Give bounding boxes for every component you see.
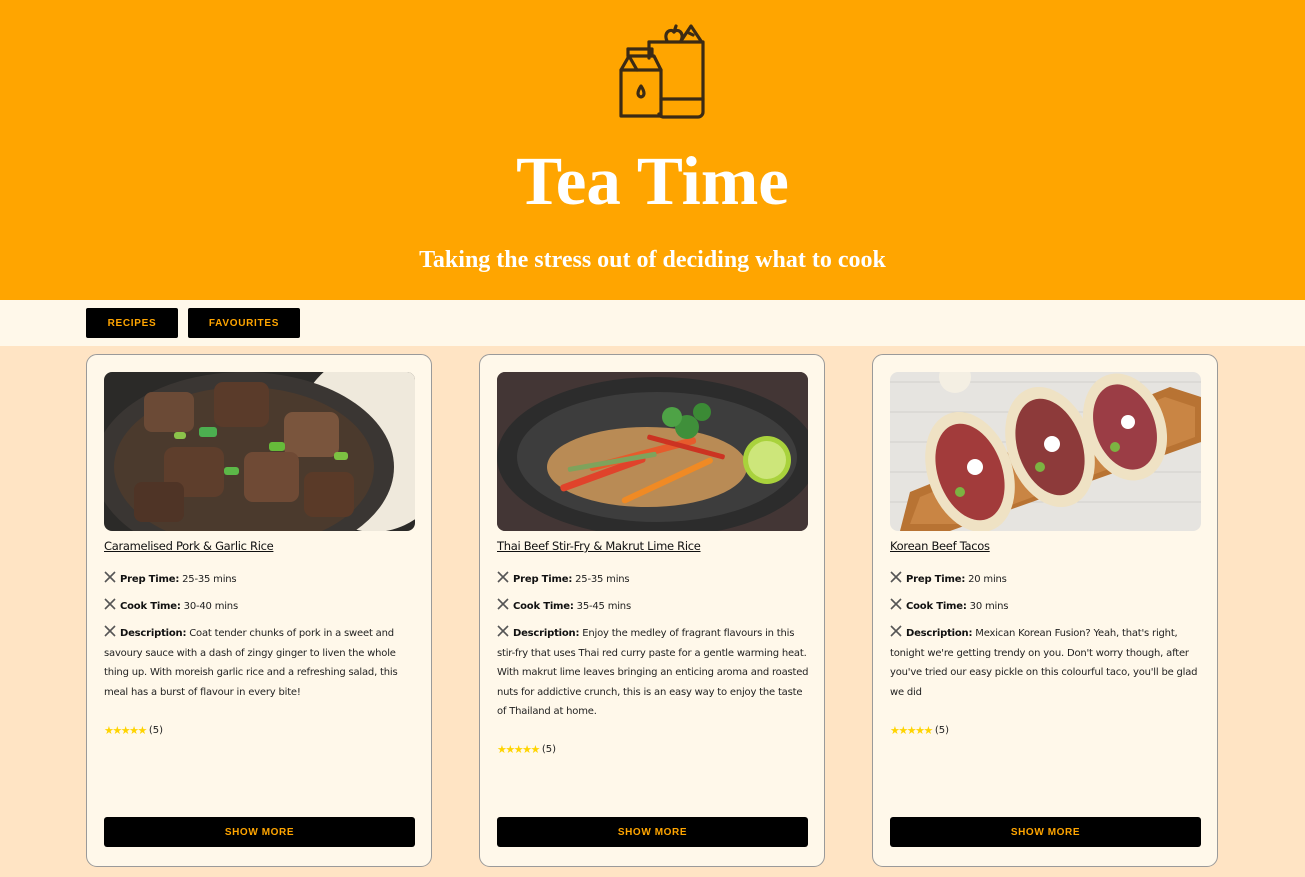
- prep-time-value: 25-35 mins: [182, 574, 237, 585]
- stars-icon: ★★★★★: [104, 724, 147, 737]
- cook-time-label: Cook Time:: [120, 601, 181, 612]
- utensils-icon: [497, 625, 509, 637]
- prep-time-label: Prep Time:: [906, 574, 966, 585]
- recipe-card: Korean Beef Tacos Prep Time: 20 mins Coo…: [872, 354, 1218, 867]
- recipes-nav-button[interactable]: RECIPES: [86, 308, 178, 338]
- cook-time-value: 30 mins: [969, 601, 1009, 612]
- grocery-bag-icon: [619, 24, 705, 119]
- show-more-button[interactable]: SHOW MORE: [104, 817, 415, 847]
- star-rating: ★★★★★ (5): [890, 724, 949, 737]
- utensils-icon: [890, 598, 902, 610]
- recipe-title-link[interactable]: Caramelised Pork & Garlic Rice: [104, 539, 274, 553]
- recipe-image-tacos: [890, 372, 1201, 531]
- recipe-image-pork: [104, 372, 415, 531]
- description-row: Description: Coat tender chunks of pork …: [104, 624, 416, 702]
- cook-time-label: Cook Time:: [513, 601, 574, 612]
- cook-time-row: Cook Time: 35-45 mins: [497, 597, 809, 617]
- utensils-icon: [104, 571, 116, 583]
- star-rating: ★★★★★ (5): [104, 724, 163, 737]
- site-title: Tea Time: [516, 143, 789, 219]
- rating-count: (5): [934, 725, 949, 736]
- cook-time-value: 35-45 mins: [576, 601, 632, 612]
- recipe-title-link[interactable]: Korean Beef Tacos: [890, 539, 990, 553]
- description-label: Description:: [120, 628, 187, 639]
- favourites-nav-button[interactable]: FAVOURITES: [188, 308, 300, 338]
- site-tagline: Taking the stress out of deciding what t…: [419, 247, 886, 273]
- rating-count: (5): [541, 744, 556, 755]
- cook-time-label: Cook Time:: [906, 601, 967, 612]
- utensils-icon: [104, 598, 116, 610]
- nav-bar: RECIPES FAVOURITES: [0, 300, 1305, 346]
- prep-time-value: 20 mins: [968, 574, 1007, 585]
- utensils-icon: [104, 625, 116, 637]
- recipe-image-thai-beef: [497, 372, 808, 531]
- description-row: Description: Enjoy the medley of fragran…: [497, 624, 809, 722]
- recipe-title-link[interactable]: Thai Beef Stir-Fry & Makrut Lime Rice: [497, 539, 701, 553]
- prep-time-value: 25-35 mins: [575, 574, 630, 585]
- site-header: Tea Time Taking the stress out of decidi…: [0, 0, 1305, 300]
- description-row: Description: Mexican Korean Fusion? Yeah…: [890, 624, 1202, 702]
- description-label: Description:: [513, 628, 580, 639]
- description-text: Enjoy the medley of fragrant flavours in…: [497, 628, 809, 717]
- rating-count: (5): [148, 725, 163, 736]
- utensils-icon: [890, 625, 902, 637]
- cook-time-row: Cook Time: 30 mins: [890, 597, 1202, 617]
- cook-time-value: 30-40 mins: [183, 601, 239, 612]
- prep-time-row: Prep Time: 25-35 mins: [104, 570, 416, 590]
- recipe-card: Thai Beef Stir-Fry & Makrut Lime Rice Pr…: [479, 354, 825, 867]
- prep-time-label: Prep Time:: [513, 574, 573, 585]
- prep-time-row: Prep Time: 25-35 mins: [497, 570, 809, 590]
- show-more-button[interactable]: SHOW MORE: [497, 817, 808, 847]
- utensils-icon: [497, 571, 509, 583]
- show-more-button[interactable]: SHOW MORE: [890, 817, 1201, 847]
- stars-icon: ★★★★★: [890, 724, 933, 737]
- recipe-card: Caramelised Pork & Garlic Rice Prep Time…: [86, 354, 432, 867]
- utensils-icon: [497, 598, 509, 610]
- stars-icon: ★★★★★: [497, 743, 540, 756]
- star-rating: ★★★★★ (5): [497, 743, 556, 756]
- description-label: Description:: [906, 628, 973, 639]
- prep-time-row: Prep Time: 20 mins: [890, 570, 1202, 590]
- utensils-icon: [890, 571, 902, 583]
- cook-time-row: Cook Time: 30-40 mins: [104, 597, 416, 617]
- prep-time-label: Prep Time:: [120, 574, 180, 585]
